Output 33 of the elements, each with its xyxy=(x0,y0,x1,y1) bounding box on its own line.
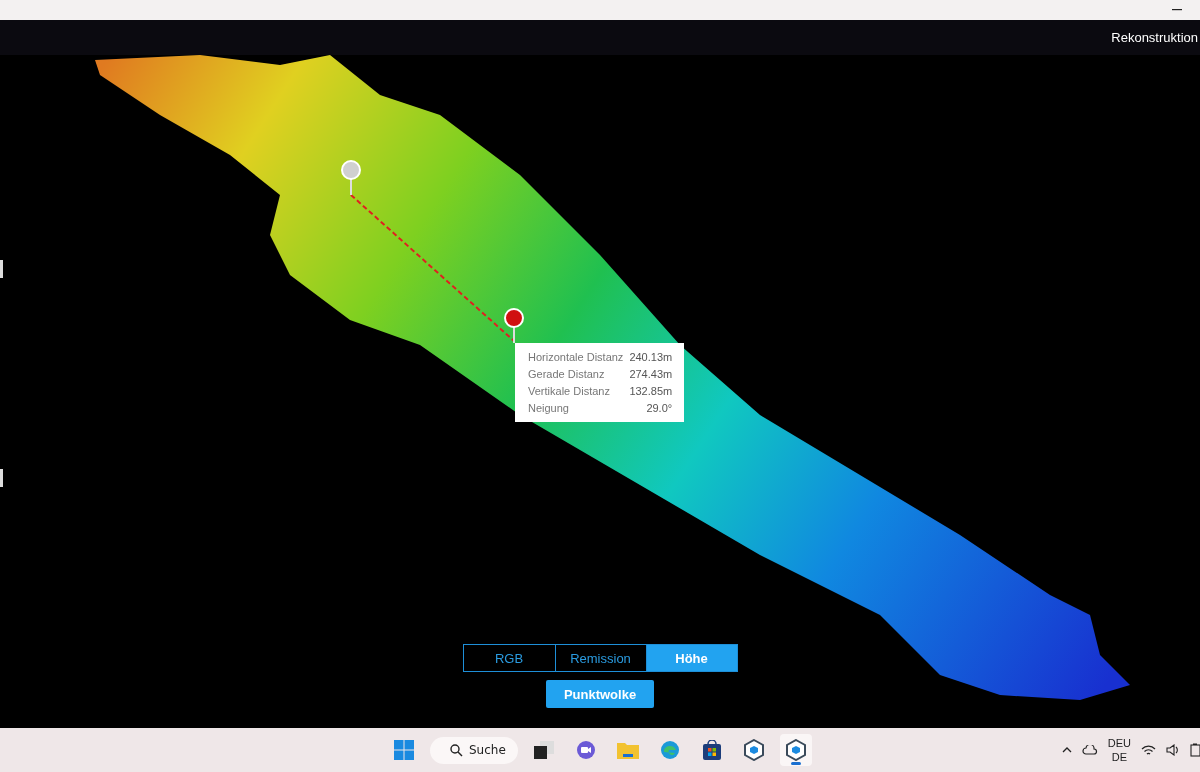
measure-value: 29.0° xyxy=(645,402,673,414)
cloud-icon[interactable] xyxy=(1081,745,1098,755)
video-chat-icon xyxy=(576,740,596,760)
windows-logo-icon xyxy=(394,740,414,760)
wifi-icon[interactable] xyxy=(1141,744,1156,756)
measure-value: 274.43m xyxy=(629,368,673,380)
measure-value: 132.85m xyxy=(629,385,673,397)
end-pin-icon[interactable] xyxy=(504,308,524,344)
chevron-up-icon[interactable] xyxy=(1061,747,1072,753)
browser-icon xyxy=(660,740,680,760)
measure-label: Vertikale Distanz xyxy=(528,385,611,397)
taskbar-app-button[interactable] xyxy=(780,734,812,766)
hexagon-cube-icon xyxy=(744,739,764,761)
edge-handle[interactable] xyxy=(0,469,3,487)
windows-icon xyxy=(534,741,554,759)
measure-value: 240.13m xyxy=(629,351,673,363)
folder-icon xyxy=(617,741,639,759)
language-code: DE xyxy=(1111,750,1127,764)
shopping-bag-icon xyxy=(703,740,721,760)
language-indicator[interactable]: DEU DE xyxy=(1107,736,1131,764)
speaker-icon[interactable] xyxy=(1166,744,1180,756)
measure-label: Neigung xyxy=(528,402,570,414)
language-code: DEU xyxy=(1107,736,1131,750)
hexagon-cube-icon xyxy=(786,739,806,761)
minimize-icon[interactable] xyxy=(1172,9,1182,11)
measure-label: Gerade Distanz xyxy=(528,368,606,380)
search-icon xyxy=(450,743,463,757)
edge-handle[interactable] xyxy=(0,260,3,278)
header-title: Rekonstruktion xyxy=(1111,30,1198,45)
search-button[interactable]: Suche xyxy=(430,736,518,764)
battery-icon[interactable] xyxy=(1190,743,1200,757)
measure-label: Horizontale Distanz xyxy=(528,351,624,363)
start-pin-icon[interactable] xyxy=(341,160,361,196)
